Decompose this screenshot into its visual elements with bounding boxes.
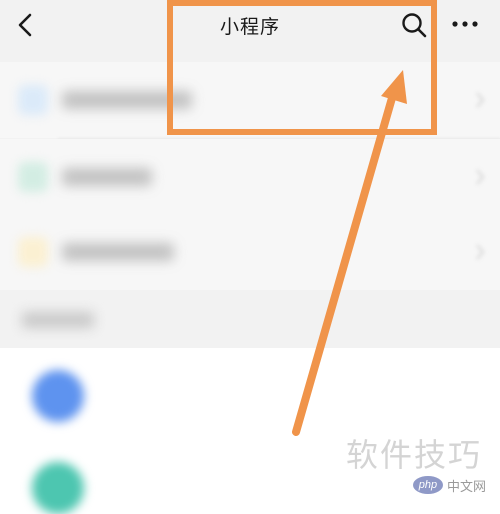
mini-program-avatar <box>32 462 84 514</box>
mini-program-avatar <box>32 370 84 422</box>
watermark-site: 中文网 <box>446 478 486 494</box>
chevron-right-icon <box>476 244 485 260</box>
list-item-icon <box>18 162 48 192</box>
more-horizontal-icon[interactable] <box>450 14 480 34</box>
watermark-text: 软件技巧 <box>345 436 482 474</box>
list-item[interactable] <box>0 214 500 290</box>
highlight-box <box>167 0 437 135</box>
list-item-label <box>62 168 152 186</box>
list-item[interactable] <box>0 139 500 215</box>
watermark-badge: php 中文网 <box>412 474 486 496</box>
chevron-right-icon <box>476 92 485 108</box>
list-item-label <box>62 243 174 261</box>
list-item-icon <box>18 85 48 115</box>
list-item-icon <box>18 237 48 267</box>
php-logo: php <box>412 476 443 494</box>
chevron-right-icon <box>476 169 485 185</box>
section-header <box>22 312 94 328</box>
